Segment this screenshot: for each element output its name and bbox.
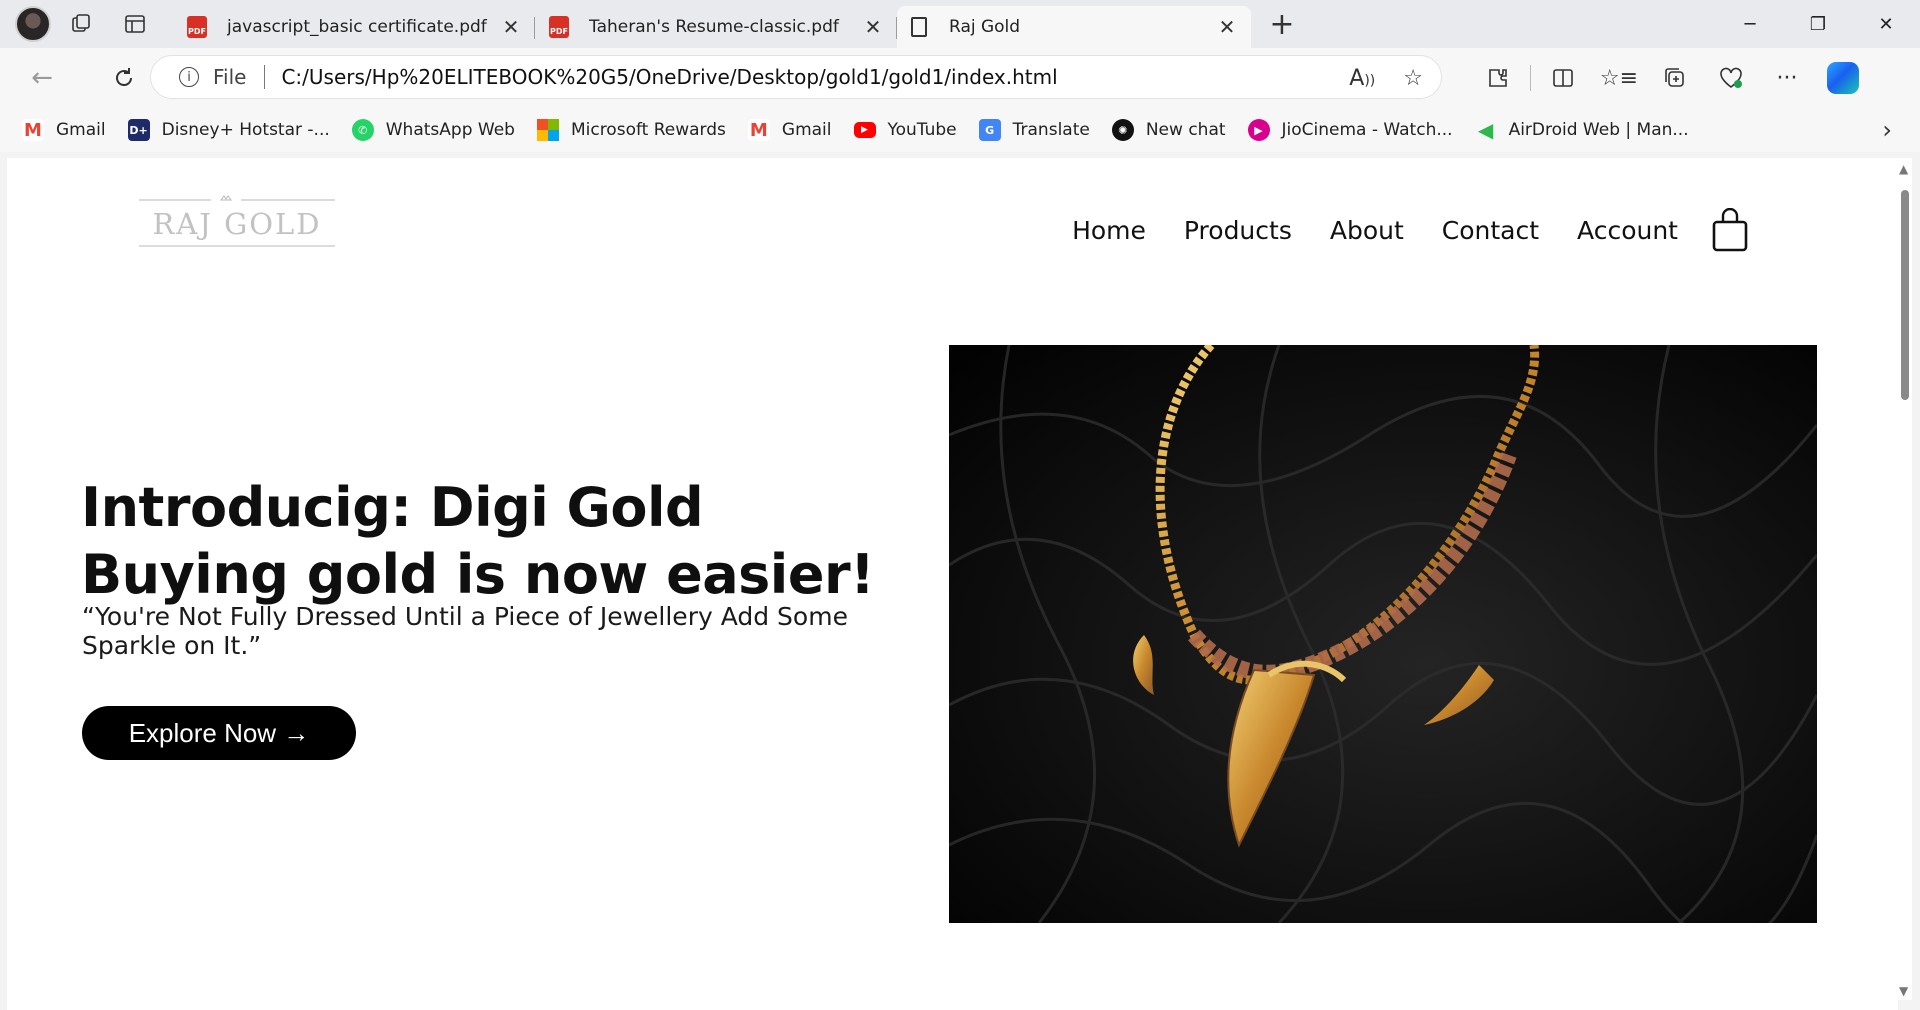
raj-gold-logo[interactable]: RAJ GOLD: [131, 194, 341, 254]
bookmark-label: Gmail: [56, 120, 106, 140]
bookmark-label: Gmail: [781, 120, 832, 140]
nav-contact[interactable]: Contact: [1442, 216, 1539, 245]
divider: [1530, 65, 1531, 91]
profile-avatar[interactable]: [15, 6, 51, 42]
bookmark-label: YouTube: [887, 120, 957, 140]
info-icon[interactable]: i: [179, 67, 199, 87]
microsoft-icon: [536, 119, 559, 141]
bookmark-label: Disney+ Hotstar -...: [161, 120, 330, 140]
bookmark-label: JioCinema - Watch...: [1281, 120, 1453, 140]
address-toolbar: ← i File C:/Users/Hp%20ELITEBOOK%20G5/On…: [0, 48, 1920, 108]
chatgpt-icon: ✺: [1111, 119, 1134, 141]
jiocinema-icon: ▶: [1247, 119, 1270, 141]
read-aloud-icon[interactable]: A)): [1349, 66, 1375, 91]
bookmark-microsoft-rewards[interactable]: Microsoft Rewards: [536, 119, 726, 141]
favorite-star-icon[interactable]: ☆: [1403, 66, 1423, 91]
bookmark-airdroid[interactable]: ◀ AirDroid Web | Man...: [1475, 118, 1689, 142]
back-button[interactable]: ←: [16, 56, 68, 100]
bookmark-jiocinema[interactable]: ▶ JioCinema - Watch...: [1247, 119, 1453, 141]
favorites-bar: M Gmail D+ Disney+ Hotstar -... ✆ WhatsA…: [0, 108, 1920, 152]
gold-necklace-image: [949, 345, 1817, 923]
hero-title-line-1: Introducig: Digi Gold: [81, 476, 704, 539]
gmail-icon: M: [22, 119, 44, 141]
bookmark-label: Translate: [1012, 120, 1090, 140]
scroll-up-icon[interactable]: ▲: [1899, 162, 1908, 176]
tab-title: Raj Gold: [949, 17, 1021, 37]
favorites-icon[interactable]: ☆≡: [1591, 56, 1647, 100]
close-window-button[interactable]: ✕: [1852, 0, 1920, 48]
nav-products[interactable]: Products: [1184, 216, 1292, 245]
youtube-icon: ▶: [853, 122, 876, 138]
hero-title-line-2: Buying gold is now easier!: [81, 543, 875, 606]
gmail-icon: M: [747, 119, 770, 141]
bookmark-gmail[interactable]: M Gmail: [22, 119, 106, 141]
bookmark-label: New chat: [1145, 120, 1226, 140]
main-nav: Home Products About Contact Account: [1072, 208, 1748, 252]
bookmark-whatsapp[interactable]: ✆ WhatsApp Web: [351, 119, 515, 141]
pdf-icon: PDF: [187, 16, 207, 38]
bookmark-youtube[interactable]: ▶ YouTube: [853, 120, 957, 140]
bookmark-translate[interactable]: G Translate: [978, 119, 1090, 141]
minimize-button[interactable]: ─: [1716, 0, 1784, 48]
shopping-bag-icon[interactable]: [1712, 208, 1748, 252]
refresh-button[interactable]: [98, 56, 150, 100]
new-tab-button[interactable]: +: [1265, 7, 1299, 42]
more-options-icon[interactable]: ···: [1759, 56, 1815, 100]
workspaces-icon[interactable]: [57, 4, 105, 44]
split-screen-icon[interactable]: [1535, 56, 1591, 100]
collections-icon[interactable]: [1647, 56, 1703, 100]
scroll-down-icon[interactable]: ▼: [1899, 984, 1908, 998]
logo-text: RAJ GOLD: [152, 207, 321, 241]
close-tab-icon[interactable]: ✕: [1215, 15, 1239, 39]
bookmark-label: WhatsApp Web: [385, 120, 515, 140]
scroll-thumb[interactable]: [1901, 190, 1909, 400]
page-viewport: RAJ GOLD Home Products About Contact Acc…: [7, 158, 1898, 1010]
tab-strip: PDF javascript_basic certificate.pdf ✕ P…: [0, 0, 1920, 48]
airdroid-icon: ◀: [1477, 118, 1494, 142]
scheme-label: File: [213, 65, 247, 89]
explore-now-button[interactable]: Explore Now →: [82, 706, 356, 760]
restore-button[interactable]: ❐: [1784, 0, 1852, 48]
tab-actions-icon[interactable]: [111, 4, 159, 44]
bookmark-hotstar[interactable]: D+ Disney+ Hotstar -...: [127, 119, 330, 141]
bookmark-label: AirDroid Web | Man...: [1508, 120, 1689, 140]
tab-pdf-resume[interactable]: PDF Taheran's Resume-classic.pdf ✕: [535, 7, 897, 47]
tab-pdf-certificate[interactable]: PDF javascript_basic certificate.pdf ✕: [173, 7, 535, 47]
window-controls: ─ ❐ ✕: [1716, 0, 1920, 48]
nav-account[interactable]: Account: [1577, 216, 1678, 245]
tab-title: Taheran's Resume-classic.pdf: [589, 17, 839, 37]
translate-icon: G: [978, 119, 1001, 141]
hero-headline: Introducig: Digi Gold Buying gold is now…: [81, 474, 875, 608]
page-icon: [911, 17, 927, 37]
hero-quote: “You're Not Fully Dressed Until a Piece …: [82, 602, 848, 660]
page-scrollbar[interactable]: ▲ ▼: [1898, 158, 1912, 1000]
url-text[interactable]: C:/Users/Hp%20ELITEBOOK%20G5/OneDrive/De…: [281, 65, 1057, 89]
nav-about[interactable]: About: [1330, 216, 1404, 245]
address-bar[interactable]: i File C:/Users/Hp%20ELITEBOOK%20G5/OneD…: [150, 55, 1442, 99]
close-tab-icon[interactable]: ✕: [499, 15, 523, 39]
copilot-icon[interactable]: [1827, 62, 1859, 94]
chevron-right-icon[interactable]: ›: [1882, 108, 1892, 152]
bookmark-label: Microsoft Rewards: [570, 120, 726, 140]
bookmark-new-chat[interactable]: ✺ New chat: [1111, 119, 1226, 141]
extensions-icon[interactable]: [1470, 56, 1526, 100]
nav-home[interactable]: Home: [1072, 216, 1146, 245]
browser-essentials-icon[interactable]: [1703, 56, 1759, 100]
tab-title: javascript_basic certificate.pdf: [227, 17, 487, 37]
pdf-icon: PDF: [549, 16, 569, 38]
whatsapp-icon: ✆: [351, 119, 374, 141]
bookmark-gmail-2[interactable]: M Gmail: [747, 119, 832, 141]
tab-raj-gold[interactable]: Raj Gold ✕: [897, 6, 1251, 48]
divider: [264, 65, 266, 89]
close-tab-icon[interactable]: ✕: [861, 15, 885, 39]
hotstar-icon: D+: [127, 119, 150, 141]
